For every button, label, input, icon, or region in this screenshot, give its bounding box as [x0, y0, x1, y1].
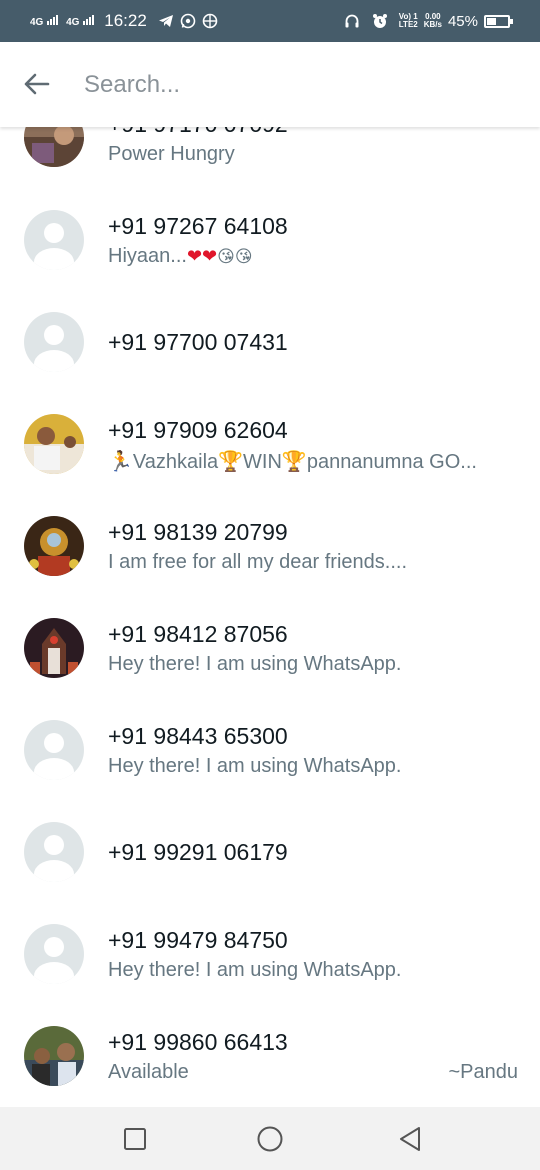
network-indicator-2: 4G — [66, 14, 95, 28]
signal-icon — [47, 14, 59, 25]
default-avatar-icon[interactable] — [24, 822, 84, 882]
contact-row[interactable]: +91 97700 07431 — [0, 289, 540, 391]
kissing-face-icon: 😘 — [234, 247, 253, 266]
battery-icon — [484, 14, 513, 28]
status-bar: 4G 4G 16:22 Vo) 1 LTE2 0.00 KB/s 45% — [0, 0, 540, 42]
network-speed: 0.00 KB/s — [423, 12, 442, 29]
contact-phone: +91 99860 66413 — [108, 1029, 288, 1055]
search-input[interactable] — [84, 64, 504, 106]
red-heart-icon: ❤ — [186, 246, 203, 266]
contact-row[interactable]: +91 99479 84750 Hey there! I am using Wh… — [0, 901, 540, 1003]
contact-avatar[interactable] — [24, 618, 84, 678]
contact-phone: +91 98443 65300 — [108, 723, 288, 749]
contact-status: Hey there! I am using WhatsApp. — [108, 755, 402, 777]
default-avatar-icon[interactable] — [24, 924, 84, 984]
network-indicator-1: 4G — [30, 14, 59, 28]
clock: 16:22 — [104, 11, 147, 30]
search-header — [0, 42, 540, 127]
contact-phone: +91 97909 62604 — [108, 417, 288, 443]
back-arrow-icon[interactable] — [20, 66, 52, 102]
alarm-icon — [371, 12, 389, 30]
contact-status: I am free for all my dear friends.... — [108, 551, 407, 573]
contact-nickname: ~Pandu — [448, 1061, 518, 1083]
contact-status: Available — [108, 1061, 189, 1083]
contact-status: Hey there! I am using WhatsApp. — [108, 959, 402, 981]
contact-phone: +91 98412 87056 — [108, 621, 288, 647]
contact-row[interactable]: +91 97170 07092 Power Hungry — [0, 127, 540, 177]
contact-status: Power Hungry — [108, 143, 235, 165]
network-type-1: 4G — [30, 16, 44, 28]
default-avatar-icon[interactable] — [24, 720, 84, 780]
contact-status: 🏃Vazhkaila🏆WIN🏆pannanumna GO... — [108, 451, 477, 473]
headphones-icon — [343, 12, 361, 30]
contact-phone: +91 97267 64108 — [108, 213, 288, 239]
contact-row[interactable]: +91 99860 66413 Available ~Pandu — [0, 1003, 540, 1105]
signal-icon — [83, 14, 95, 25]
contact-row[interactable]: +91 98412 87056 Hey there! I am using Wh… — [0, 595, 540, 697]
contact-avatar[interactable] — [24, 1026, 84, 1086]
battery-percent: 45% — [447, 12, 478, 30]
contact-phone: +91 99291 06179 — [108, 839, 288, 865]
contact-row[interactable]: +91 99291 06179 — [0, 799, 540, 901]
telegram-icon — [157, 12, 175, 30]
home-circle-icon[interactable] — [254, 1123, 286, 1155]
contact-row[interactable]: +91 98139 20799 I am free for all my dea… — [0, 493, 540, 595]
whatsapp-icon — [179, 12, 197, 30]
contact-avatar[interactable] — [24, 127, 84, 167]
status-text: Hiyaan... — [108, 245, 187, 267]
default-avatar-icon[interactable] — [24, 312, 84, 372]
contact-phone: +91 97170 07092 — [108, 127, 288, 138]
default-avatar-icon[interactable] — [24, 210, 84, 270]
contact-status: Hey there! I am using WhatsApp. — [108, 653, 402, 675]
battery-level-fill — [487, 17, 496, 25]
kissing-face-icon: 😘 — [217, 247, 235, 266]
contact-phone: +91 97700 07431 — [108, 329, 288, 355]
contact-row[interactable]: +91 97267 64108 Hiyaan...❤❤😘😘 — [0, 187, 540, 289]
contact-avatar[interactable] — [24, 516, 84, 576]
volte-indicator: Vo) 1 LTE2 — [398, 12, 418, 29]
vpn-globe-icon — [201, 12, 219, 30]
contact-list[interactable]: +91 97170 07092 Power Hungry +91 97267 6… — [0, 127, 540, 1107]
contact-phone: +91 98139 20799 — [108, 519, 288, 545]
back-triangle-icon[interactable] — [394, 1123, 426, 1155]
contact-row[interactable]: +91 98443 65300 Hey there! I am using Wh… — [0, 697, 540, 799]
contact-row[interactable]: +91 97909 62604 🏃Vazhkaila🏆WIN🏆pannanumn… — [0, 391, 540, 493]
network-type-2: 4G — [66, 16, 80, 28]
navigation-bar — [0, 1107, 540, 1170]
contact-avatar[interactable] — [24, 414, 84, 474]
recents-square-icon[interactable] — [119, 1123, 151, 1155]
contact-phone: +91 99479 84750 — [108, 927, 288, 953]
red-heart-icon: ❤ — [202, 246, 218, 266]
contact-status: Hiyaan...❤❤😘😘 — [108, 245, 518, 268]
